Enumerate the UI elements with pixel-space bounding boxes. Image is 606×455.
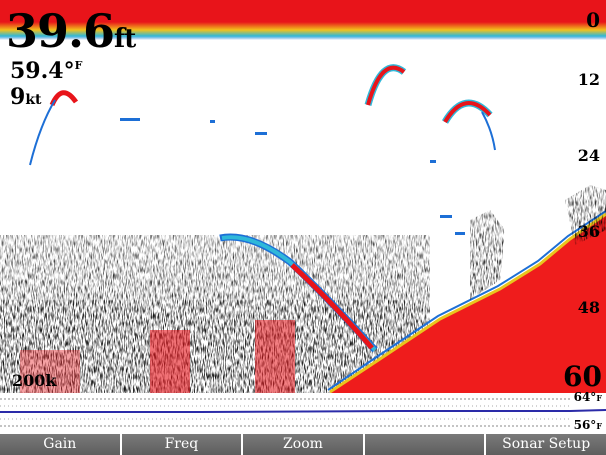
depth-scale-12: 12	[577, 70, 600, 89]
scattered-targets	[120, 118, 465, 235]
water-temp-value: 59.4°	[10, 58, 75, 84]
depth-unit: ft	[114, 24, 136, 54]
blank-softkey[interactable]	[364, 434, 487, 455]
frequency-label: 200k	[12, 371, 57, 390]
sonar-display	[0, 0, 606, 393]
fish-arch-center	[364, 64, 407, 106]
softkey-bar: Gain Freq Zoom Sonar Setup	[0, 434, 606, 455]
temp-graph-upper: 64°F	[573, 390, 602, 404]
water-temp-readout: 59.4°F	[10, 60, 82, 82]
sonar-screen: 39.6ft 59.4°F 9kt 0 12 24 36 48 60 200k …	[0, 0, 606, 455]
speed-value: 9	[10, 84, 26, 110]
temperature-graph: 64°F 56°F	[0, 390, 606, 433]
depth-scale-60: 60	[563, 360, 602, 393]
freq-softkey[interactable]: Freq	[121, 434, 244, 455]
depth-scale-36: 36	[577, 222, 600, 241]
water-temp-unit: F	[74, 59, 83, 72]
depth-value: 39.6	[6, 4, 115, 58]
zoom-softkey[interactable]: Zoom	[243, 434, 365, 455]
fish-arch-right	[441, 99, 496, 151]
gain-softkey[interactable]: Gain	[0, 434, 122, 455]
temperature-trace	[0, 409, 606, 413]
depth-scale-48: 48	[577, 298, 600, 317]
speed-readout: 9kt	[10, 86, 41, 108]
sonar-setup-softkey[interactable]: Sonar Setup	[486, 434, 606, 455]
temp-graph-lower: 56°F	[573, 418, 602, 432]
temperature-graph-plot	[0, 398, 606, 427]
depth-scale-24: 24	[577, 146, 600, 165]
depth-readout: 39.6ft	[6, 8, 136, 54]
speed-unit: kt	[25, 92, 42, 108]
depth-scale-0: 0	[586, 8, 600, 32]
